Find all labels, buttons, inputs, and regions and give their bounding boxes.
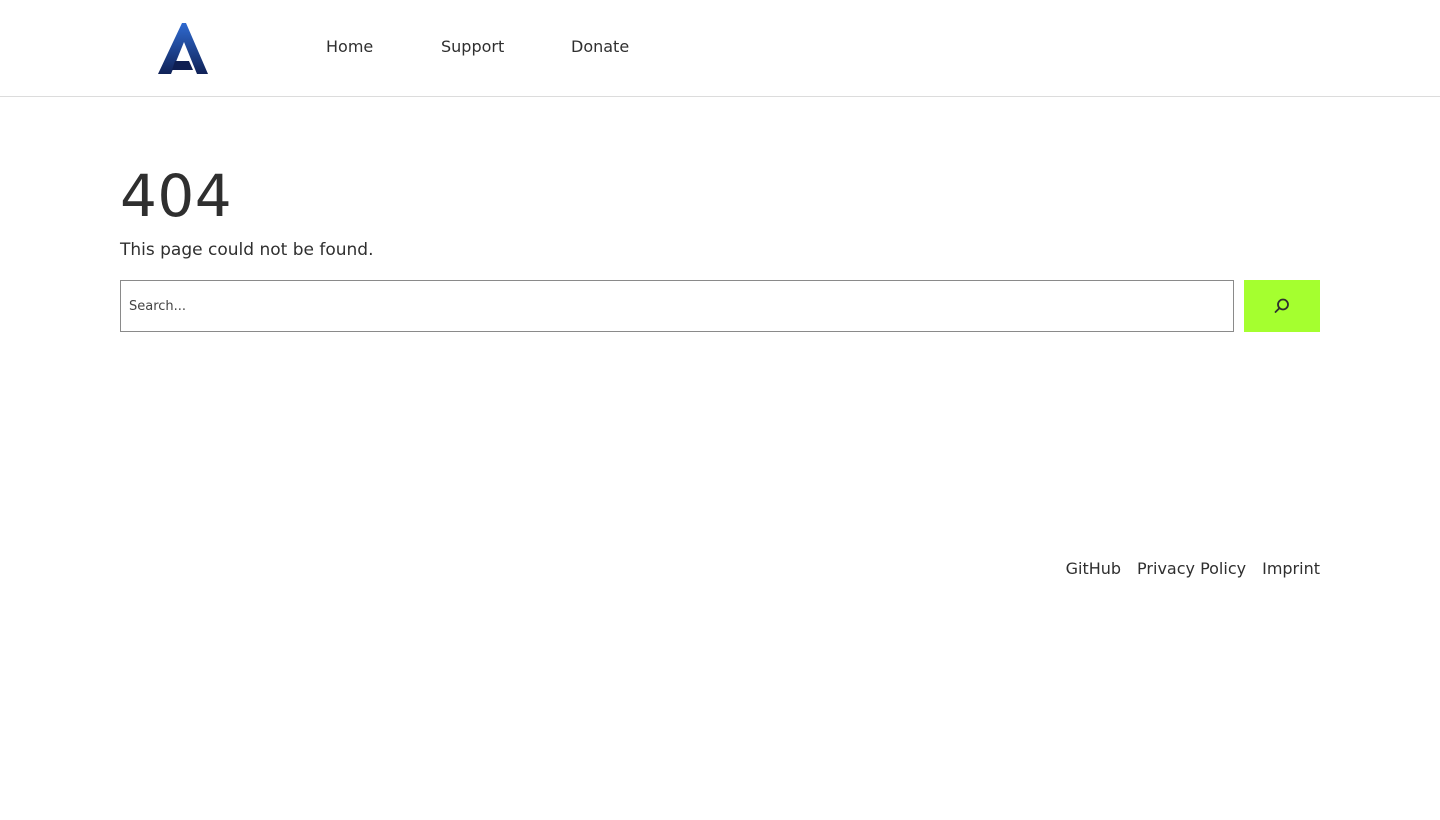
nav-support-link[interactable]: Support	[441, 36, 571, 58]
search-icon	[1274, 298, 1289, 313]
footer-imprint-link[interactable]: Imprint	[1262, 558, 1320, 580]
primary-nav: Home Support Donate	[326, 36, 651, 58]
search-form	[120, 280, 1320, 332]
footer-github-link[interactable]: GitHub	[1066, 558, 1121, 580]
footer-privacy-policy-link[interactable]: Privacy Policy	[1137, 558, 1246, 580]
search-input[interactable]	[120, 280, 1234, 332]
footer-links: GitHub Privacy Policy Imprint	[1066, 558, 1320, 580]
nav-home-link[interactable]: Home	[326, 36, 441, 58]
site-header: Home Support Donate	[0, 0, 1440, 97]
main-content: 404 This page could not be found.	[120, 160, 1320, 332]
error-code-title: 404	[120, 162, 233, 230]
error-message: This page could not be found.	[120, 240, 374, 260]
search-button[interactable]	[1244, 280, 1320, 332]
stylized-a-logo-icon	[158, 23, 208, 74]
nav-donate-link[interactable]: Donate	[571, 36, 651, 58]
